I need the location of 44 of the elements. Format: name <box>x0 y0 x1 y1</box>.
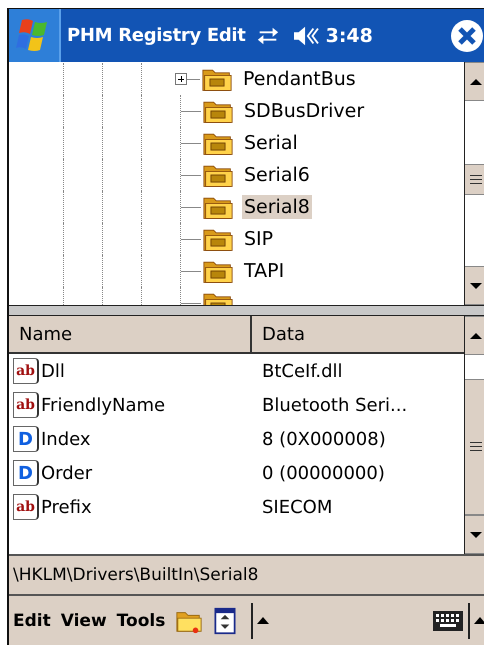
tree-item[interactable]: Serial <box>242 131 300 155</box>
caret-icon[interactable] <box>257 617 270 624</box>
tree-item[interactable]: Serial8 <box>242 195 312 219</box>
value-data: Bluetooth Seri... <box>262 394 408 416</box>
value-data: SIECOM <box>262 496 332 518</box>
tree-item[interactable]: TAPI <box>242 259 286 283</box>
splitter[interactable] <box>9 305 484 316</box>
value-name[interactable]: Order <box>41 462 92 484</box>
value-name[interactable]: FriendlyName <box>41 394 166 416</box>
value-type-icon: ab <box>13 392 39 418</box>
value-data: 8 (0X000008) <box>262 428 386 450</box>
value-name[interactable]: Index <box>41 428 91 450</box>
registry-path: \HKLM\Drivers\BuiltIn\Serial8 <box>13 565 258 585</box>
menu-item[interactable]: Tools <box>116 610 166 630</box>
value-data: 0 (00000000) <box>262 462 385 484</box>
tree-item[interactable]: Serial6 <box>242 163 312 187</box>
value-data: BtCeIf.dll <box>262 360 343 382</box>
value-name[interactable]: Dll <box>41 360 65 382</box>
scroll-down-button[interactable] <box>465 266 484 305</box>
start-button[interactable] <box>9 9 61 62</box>
scrollbar[interactable] <box>464 62 484 305</box>
menu-item[interactable]: View <box>60 610 107 630</box>
window-title: PHM Registry Edit <box>67 25 246 46</box>
value-type-icon: ab <box>13 358 39 384</box>
value-type-icon: ab <box>13 494 39 520</box>
scroll-up-button[interactable] <box>465 62 484 101</box>
caret-icon[interactable] <box>474 617 484 624</box>
value-name[interactable]: Prefix <box>41 496 92 518</box>
scroll-up-button[interactable] <box>465 316 484 355</box>
scroll-down-button[interactable] <box>465 515 484 554</box>
keyboard-icon[interactable] <box>432 610 464 632</box>
column-header[interactable]: Data <box>252 316 464 352</box>
clock-time[interactable]: 3:48 <box>326 24 373 46</box>
value-type-icon: D <box>13 460 39 486</box>
column-header[interactable]: Name <box>9 316 252 352</box>
tree-item[interactable]: SDBusDriver <box>242 99 366 123</box>
tree-item[interactable]: SIP <box>242 227 276 251</box>
value-type-icon: D <box>13 426 39 452</box>
scroll-thumb[interactable] <box>465 378 484 515</box>
close-icon[interactable] <box>450 18 484 52</box>
menu-item[interactable]: Edit <box>13 610 51 630</box>
tree-item[interactable]: PendantBus <box>241 67 358 91</box>
scroll-thumb[interactable] <box>465 164 484 196</box>
expand-icon[interactable] <box>175 73 187 85</box>
